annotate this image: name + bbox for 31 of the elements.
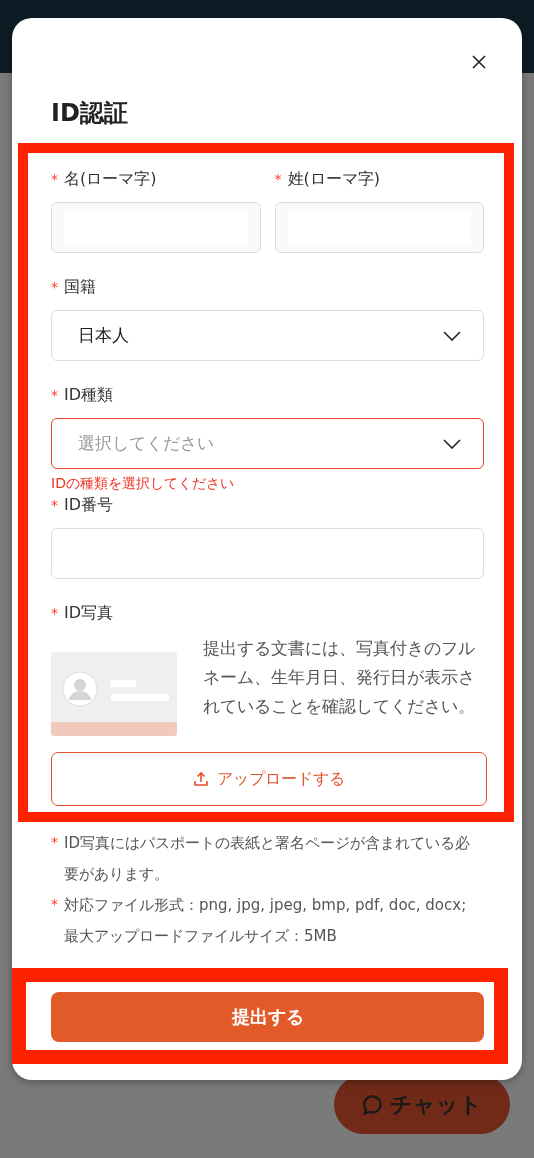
required-mark: * xyxy=(51,496,58,515)
note-text: ID写真にはパスポートの表紙と署名ページが含まれている必要があります。 xyxy=(64,833,471,885)
required-mark: * xyxy=(274,170,282,189)
submit-button[interactable]: 提出する xyxy=(51,992,484,1042)
upload-icon xyxy=(193,771,209,787)
error-message: IDの種類を選択してください xyxy=(51,474,235,493)
chevron-down-icon xyxy=(443,438,461,449)
field-label: 名(ローマ字) xyxy=(64,168,157,190)
required-mark: * xyxy=(51,833,58,852)
chevron-down-icon xyxy=(443,330,461,341)
select-field[interactable]: 日本人 xyxy=(51,310,484,361)
select-field[interactable]: 選択してください xyxy=(51,418,484,469)
field-label: 姓(ローマ字) xyxy=(287,168,380,190)
photo-instructions: 提出する文書には、写真付きのフルネーム、生年月日、発行日が表示されていることを確認してください。 xyxy=(203,637,476,718)
field-label: ID種類 xyxy=(64,384,114,406)
upload-button[interactable]: アップロードする xyxy=(51,752,487,806)
required-mark: * xyxy=(51,895,58,914)
required-mark: * xyxy=(51,278,58,297)
required-mark: * xyxy=(51,604,58,623)
required-mark: * xyxy=(51,170,58,189)
note-text: 対応ファイル形式：png, jpg, jpeg, bmp, pdf, doc, docx; 最大アップロードファイルサイズ：5MB xyxy=(64,895,468,947)
input-field[interactable] xyxy=(274,202,484,253)
field-label: ID写真 xyxy=(64,602,114,624)
required-mark: * xyxy=(51,386,58,405)
field-label: 国籍 xyxy=(64,276,96,298)
field-label: ID番号 xyxy=(64,494,114,516)
input-field[interactable] xyxy=(51,528,484,579)
input-field[interactable] xyxy=(51,202,261,253)
chat-bubble-icon xyxy=(362,1094,382,1115)
close-icon[interactable] xyxy=(471,54,487,70)
dialog-title: ID認証 xyxy=(50,98,129,129)
